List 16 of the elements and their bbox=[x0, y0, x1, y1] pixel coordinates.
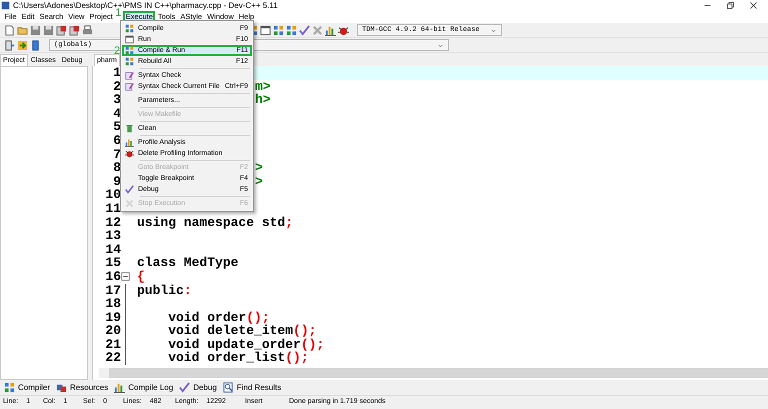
step-number: 2 bbox=[114, 46, 120, 57]
code-line: m> bbox=[255, 80, 271, 94]
code-line: void order(); bbox=[167, 310, 270, 324]
code-line: { bbox=[136, 270, 145, 284]
code-line: > bbox=[255, 161, 263, 175]
code-line: > bbox=[255, 174, 263, 188]
code-line: public: bbox=[136, 284, 192, 298]
code-line: void delete_item(); bbox=[167, 324, 316, 338]
code-line: class MedType bbox=[136, 256, 238, 270]
code-line: using namespace std; bbox=[136, 216, 294, 230]
code-line: void order_list(); bbox=[167, 351, 309, 366]
code-line: h> bbox=[255, 93, 271, 107]
line-number: 1 bbox=[93, 66, 121, 80]
step-number: 1 bbox=[115, 8, 122, 19]
window-title: C:\Users\Adones\Desktop\C++\PMS IN C++\pharmacy.cpp - Dev-C++ 5.11 bbox=[13, 0, 278, 10]
code-line: void update_order(); bbox=[167, 338, 324, 352]
